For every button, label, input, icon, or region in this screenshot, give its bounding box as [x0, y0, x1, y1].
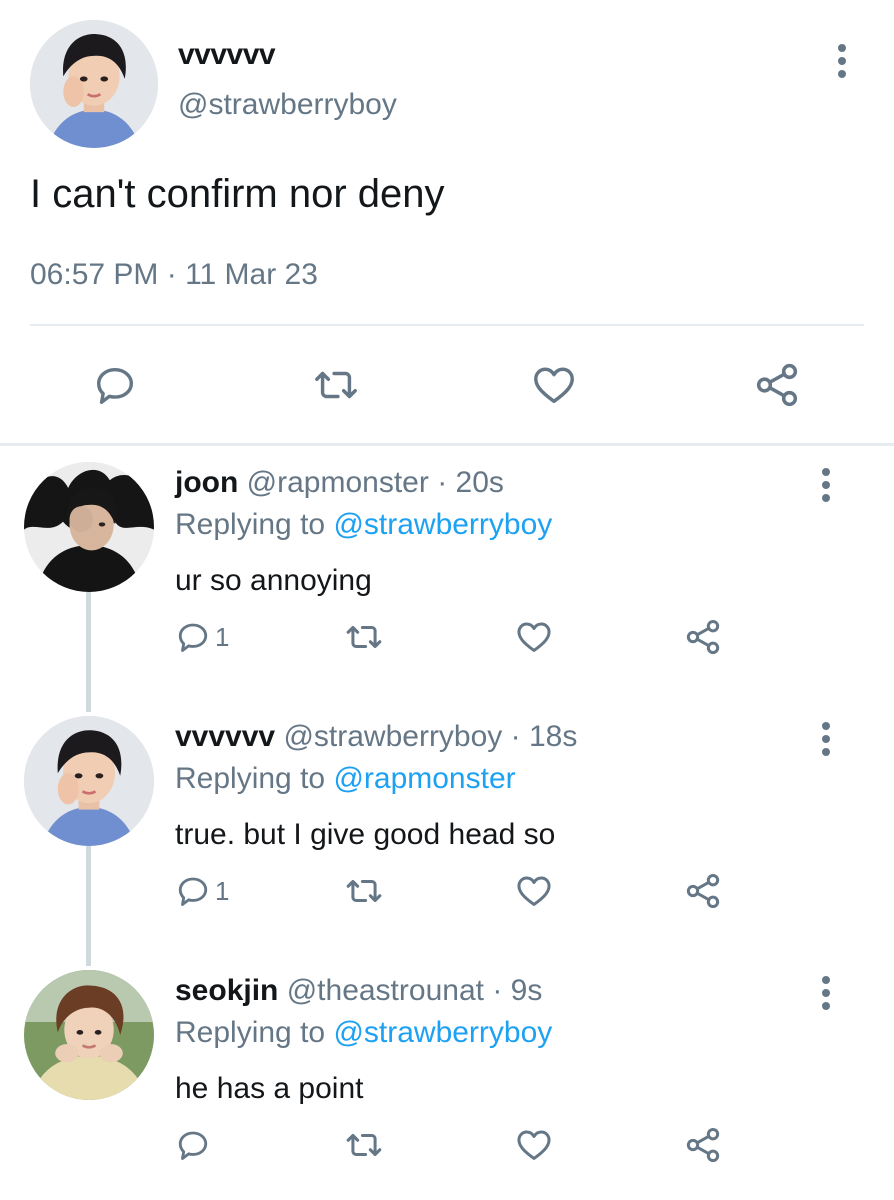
reply-text: ur so annoying [175, 564, 372, 597]
like-button[interactable] [514, 618, 554, 656]
replying-to-label: Replying to [175, 762, 326, 795]
more-vertical-icon [838, 57, 846, 65]
retweet-icon [346, 879, 382, 903]
retweet-icon [346, 1133, 382, 1157]
heart-icon [534, 367, 574, 404]
reply-button[interactable]: 1 [175, 872, 229, 910]
more-vertical-icon [838, 44, 846, 52]
separator-dot: · [492, 974, 503, 1007]
reply-tweet[interactable]: seokjin @theastrounat · 9s Replying to @… [0, 954, 894, 1200]
avatar[interactable] [30, 20, 158, 148]
reply-header: seokjin @theastrounat · 9s [175, 974, 542, 1008]
more-vertical-icon [822, 976, 830, 984]
retweet-button[interactable] [342, 1126, 386, 1164]
more-vertical-icon [822, 481, 830, 489]
display-name[interactable]: vvvvvv [175, 720, 275, 753]
retweet-button[interactable] [310, 362, 362, 408]
reply-tweet[interactable]: vvvvvv @strawberryboy · 18s Replying to … [0, 700, 894, 954]
reply-count: 1 [215, 621, 230, 652]
reply-icon [178, 877, 208, 906]
reply-text: true. but I give good head so [175, 818, 556, 851]
tweet-age[interactable]: 18s [529, 720, 577, 753]
more-vertical-icon [822, 989, 830, 997]
more-vertical-icon [822, 722, 830, 730]
retweet-icon [346, 625, 382, 649]
reply-tweet[interactable]: joon @rapmonster · 20s Replying to @stra… [0, 446, 894, 700]
display-name[interactable]: joon [175, 466, 238, 499]
reply-text: he has a point [175, 1072, 364, 1105]
tweet-age[interactable]: 9s [511, 974, 543, 1007]
more-options-button[interactable] [830, 44, 854, 78]
share-button[interactable] [752, 360, 802, 410]
replying-to-line: Replying to @strawberryboy [175, 508, 552, 542]
more-options-button[interactable] [814, 722, 838, 756]
display-name[interactable]: vvvvvv [178, 38, 276, 72]
more-vertical-icon [822, 494, 830, 502]
avatar[interactable] [24, 462, 154, 592]
divider [30, 324, 864, 326]
like-button[interactable] [514, 872, 554, 910]
mention-link[interactable]: @strawberryboy [333, 508, 552, 541]
separator-dot: · [437, 466, 448, 499]
replying-to-line: Replying to @strawberryboy [175, 1016, 552, 1050]
replying-to-line: Replying to @rapmonster [175, 762, 516, 796]
like-button[interactable] [514, 1126, 554, 1164]
reply-button[interactable] [92, 362, 138, 408]
tweet-age[interactable]: 20s [456, 466, 504, 499]
mention-link[interactable]: @strawberryboy [333, 1016, 552, 1049]
share-button[interactable] [683, 616, 723, 658]
more-vertical-icon [838, 70, 846, 78]
reply-icon [178, 623, 208, 652]
reply-count: 1 [215, 875, 230, 906]
tweet-text: I can't confirm nor deny [30, 172, 445, 216]
main-tweet: vvvvvv @strawberryboy I can't confirm no… [0, 0, 894, 446]
tweet-timestamp[interactable]: 06:57 PM · 11 Mar 23 [30, 258, 318, 292]
username-handle[interactable]: @rapmonster [247, 466, 429, 499]
separator-dot: · [510, 720, 521, 753]
tweet-action-bar: 1 [0, 870, 894, 914]
reply-icon [178, 1131, 208, 1160]
reply-header: vvvvvv @strawberryboy · 18s [175, 720, 577, 754]
share-button[interactable] [683, 870, 723, 912]
like-button[interactable] [530, 362, 578, 408]
share-icon [756, 363, 798, 407]
retweet-button[interactable] [342, 618, 386, 656]
more-options-button[interactable] [814, 468, 838, 502]
reply-icon [96, 367, 134, 404]
username-handle[interactable]: @theastrounat [287, 974, 484, 1007]
heart-icon [517, 876, 551, 906]
replying-to-label: Replying to [175, 1016, 326, 1049]
tweet-action-bar [0, 352, 894, 416]
replying-to-label: Replying to [175, 508, 326, 541]
tweet-action-bar [0, 1124, 894, 1168]
share-icon [686, 1128, 720, 1162]
more-vertical-icon [822, 1002, 830, 1010]
heart-icon [517, 622, 551, 652]
display-name[interactable]: seokjin [175, 974, 278, 1007]
avatar[interactable] [24, 970, 154, 1100]
avatar[interactable] [24, 716, 154, 846]
tweet-action-bar: 1 [0, 616, 894, 660]
username-handle[interactable]: @strawberryboy [283, 720, 502, 753]
retweet-button[interactable] [342, 872, 386, 910]
heart-icon [517, 1130, 551, 1160]
more-options-button[interactable] [814, 976, 838, 1010]
more-vertical-icon [822, 735, 830, 743]
username-handle[interactable]: @strawberryboy [178, 88, 397, 122]
reply-button[interactable]: 1 [175, 618, 229, 656]
share-button[interactable] [683, 1124, 723, 1166]
more-vertical-icon [822, 748, 830, 756]
reply-button[interactable] [175, 1126, 215, 1164]
more-vertical-icon [822, 468, 830, 476]
retweet-icon [315, 371, 357, 399]
reply-header: joon @rapmonster · 20s [175, 466, 504, 500]
mention-link[interactable]: @rapmonster [333, 762, 515, 795]
share-icon [686, 620, 720, 654]
share-icon [686, 874, 720, 908]
